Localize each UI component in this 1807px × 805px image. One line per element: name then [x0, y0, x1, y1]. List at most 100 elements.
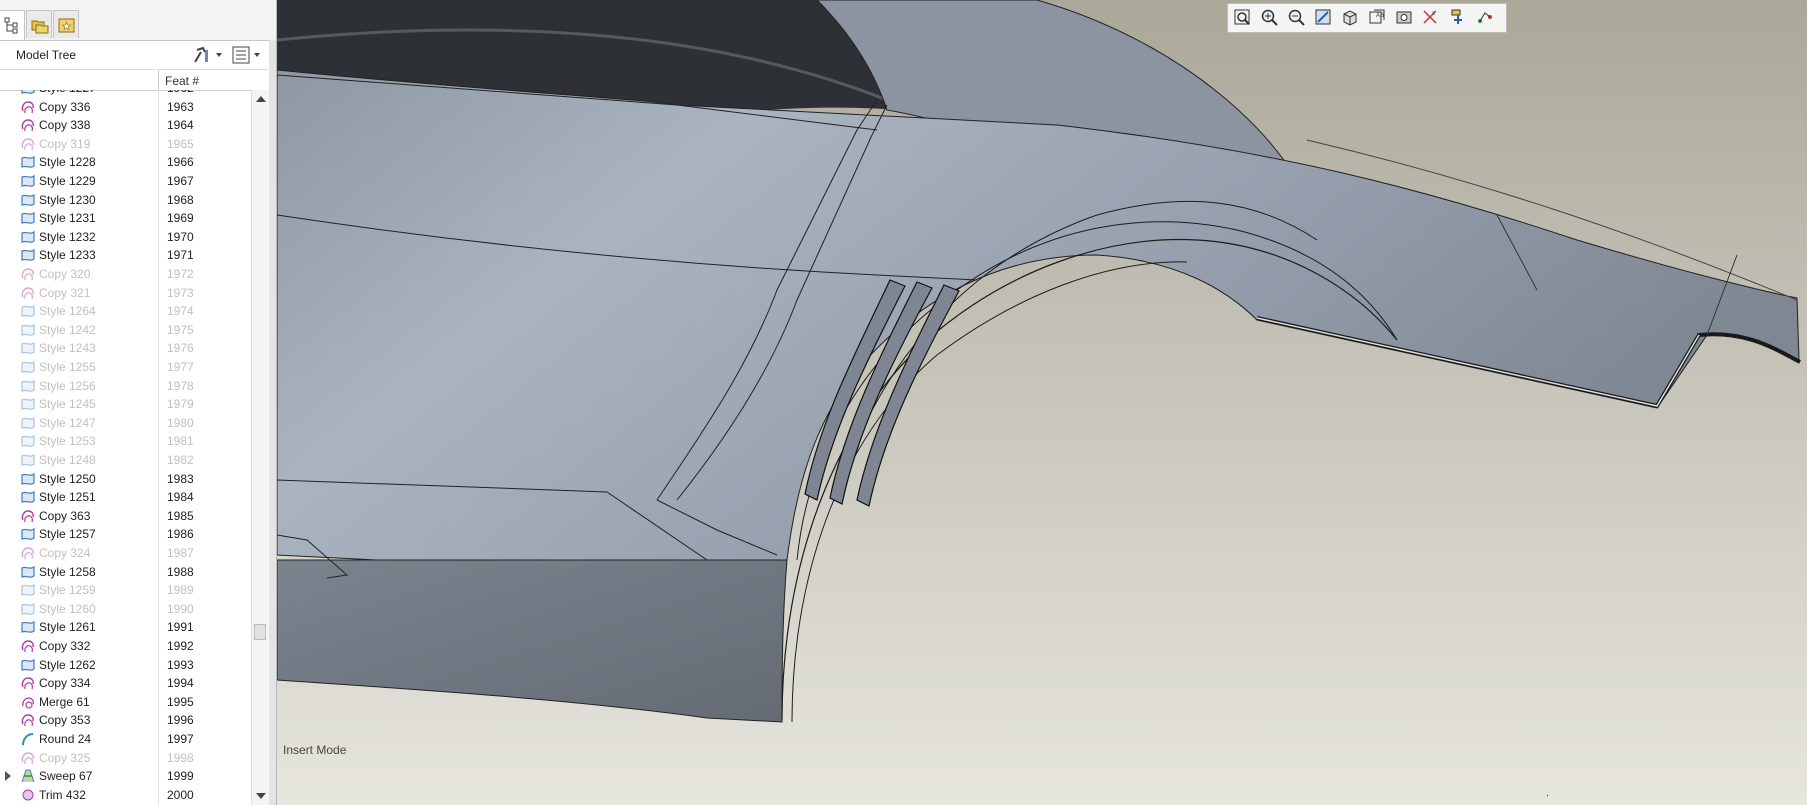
tree-row[interactable]: Style 1259 1989 — [0, 581, 250, 599]
tree-row[interactable]: Style 1257 1986 — [0, 525, 250, 543]
style-feature-icon — [20, 601, 36, 617]
saved-orientations-button[interactable]: AB — [1367, 7, 1389, 29]
view-manager-button[interactable] — [1394, 7, 1416, 29]
tree-row[interactable]: Style 1258 1988 — [0, 563, 250, 581]
spin-center-button[interactable] — [1448, 7, 1470, 29]
tree-row[interactable]: Style 1233 1971 — [0, 246, 250, 264]
tree-row[interactable]: Copy 353 1996 — [0, 711, 250, 729]
tree-row[interactable]: Copy 338 1964 — [0, 116, 250, 134]
saved-orientations-icon: AB — [1369, 9, 1385, 24]
column-header-name[interactable] — [0, 70, 159, 90]
tree-row[interactable]: Style 1256 1978 — [0, 377, 250, 395]
scroll-down-arrow-icon[interactable] — [256, 793, 266, 799]
tree-row[interactable]: Merge 61 1995 — [0, 693, 250, 711]
tree-row[interactable]: Copy 319 1965 — [0, 135, 250, 153]
display-style-icon — [1343, 10, 1357, 26]
tree-row[interactable]: Sweep 67 1999 — [0, 767, 250, 785]
tree-row[interactable]: Style 1255 1977 — [0, 358, 250, 376]
tree-row[interactable]: Style 1261 1991 — [0, 618, 250, 636]
tree-row[interactable]: Style 1253 1981 — [0, 432, 250, 450]
feature-name: Style 1233 — [39, 248, 96, 263]
style-feature-icon — [20, 322, 36, 338]
refit-icon — [1234, 9, 1250, 25]
copy-feature-icon — [20, 638, 36, 654]
view-manager-icon — [1396, 11, 1412, 24]
copy-feature-icon — [20, 508, 36, 524]
feature-number: 1963 — [167, 99, 194, 114]
expand-arrow-icon[interactable] — [5, 771, 11, 782]
copy-feature-icon — [20, 712, 36, 728]
feature-number: 1979 — [167, 397, 194, 412]
datum-display-button[interactable]: x — [1421, 7, 1443, 29]
tree-row[interactable]: Trim 432 2000 — [0, 786, 250, 804]
tree-row[interactable]: Style 1262 1993 — [0, 656, 250, 674]
scroll-up-arrow-icon[interactable] — [256, 96, 266, 102]
copy-feature-icon — [20, 545, 36, 561]
tree-row[interactable]: Round 24 1997 — [0, 730, 250, 748]
annotation-display-button[interactable] — [1475, 7, 1497, 29]
tree-row[interactable]: Style 1260 1990 — [0, 600, 250, 618]
tree-row[interactable]: Copy 320 1972 — [0, 265, 250, 283]
tree-row[interactable]: Copy 324 1987 — [0, 544, 250, 562]
panel-splitter[interactable] — [269, 40, 276, 805]
feature-number: 1993 — [167, 657, 194, 672]
feature-number: 1970 — [167, 229, 194, 244]
tree-row[interactable]: Copy 321 1973 — [0, 284, 250, 302]
zoom-in-button[interactable] — [1259, 7, 1281, 29]
zoom-out-button[interactable] — [1286, 7, 1308, 29]
style-feature-icon — [20, 154, 36, 170]
show-menu-button[interactable] — [232, 46, 264, 64]
tab-favorites[interactable] — [53, 10, 79, 38]
tree-row[interactable]: Copy 332 1992 — [0, 637, 250, 655]
tab-model-tree[interactable] — [0, 10, 25, 40]
tree-row[interactable]: Copy 334 1994 — [0, 674, 250, 692]
tree-row[interactable]: Style 1228 1966 — [0, 153, 250, 171]
style-feature-icon — [20, 210, 36, 226]
tree-row[interactable]: Style 1250 1983 — [0, 470, 250, 488]
style-feature-icon — [20, 526, 36, 542]
feature-number: 1967 — [167, 174, 194, 188]
tree-row[interactable]: Style 1248 1982 — [0, 451, 250, 469]
tab-folder-browser[interactable] — [26, 10, 52, 38]
tree-row[interactable]: Style 1232 1970 — [0, 228, 250, 246]
tree-row[interactable]: Style 1229 1967 — [0, 172, 250, 190]
tree-row[interactable]: Style 1245 1979 — [0, 395, 250, 413]
tree-row[interactable]: Style 1231 1969 — [0, 209, 250, 227]
feature-name: Style 1247 — [39, 415, 96, 430]
display-style-button[interactable] — [1340, 7, 1362, 29]
tree-row[interactable]: Copy 336 1963 — [0, 98, 250, 116]
model-tree-panel: Model Tree Feat # Style 1227 1962 Copy 336… — [0, 0, 277, 805]
tree-row[interactable]: Style 1264 1974 — [0, 302, 250, 320]
car-body-model[interactable] — [277, 0, 1807, 805]
sweep-feature-icon — [20, 768, 36, 784]
refit-button[interactable] — [1232, 7, 1254, 29]
tree-row[interactable]: Style 1227 1962 — [0, 90, 250, 97]
feature-name: Sweep 67 — [39, 769, 93, 784]
tree-row[interactable]: Style 1247 1980 — [0, 414, 250, 432]
feature-name: Merge 61 — [39, 694, 90, 709]
datum-display-icon: x — [1423, 10, 1437, 24]
feature-name: Style 1260 — [39, 601, 96, 616]
tree-row[interactable]: Style 1230 1968 — [0, 191, 250, 209]
feature-name: Style 1230 — [39, 192, 96, 207]
repaint-button[interactable] — [1313, 7, 1335, 29]
feature-name: Copy 338 — [39, 118, 91, 133]
feature-name: Style 1232 — [39, 229, 96, 244]
tree-row[interactable]: Style 1251 1984 — [0, 488, 250, 506]
column-header-feat[interactable]: Feat # — [165, 74, 199, 88]
style-feature-icon — [20, 619, 36, 635]
scrollbar-thumb[interactable] — [254, 624, 266, 640]
tree-row[interactable]: Copy 325 1998 — [0, 749, 250, 767]
tree-row[interactable]: Style 1242 1975 — [0, 321, 250, 339]
tree-scrollbar[interactable] — [251, 90, 269, 805]
tree-row[interactable]: Style 1243 1976 — [0, 339, 250, 357]
svg-text:AB: AB — [1376, 13, 1384, 19]
feature-number: 1984 — [167, 490, 194, 505]
feature-number: 1991 — [167, 620, 194, 635]
style-feature-icon — [20, 433, 36, 449]
tree-row[interactable]: Copy 363 1985 — [0, 507, 250, 525]
feature-number: 1976 — [167, 341, 194, 356]
copy-feature-icon — [20, 99, 36, 115]
graphics-window[interactable]: AB x — [277, 0, 1807, 805]
tree-settings-button[interactable] — [192, 46, 224, 64]
